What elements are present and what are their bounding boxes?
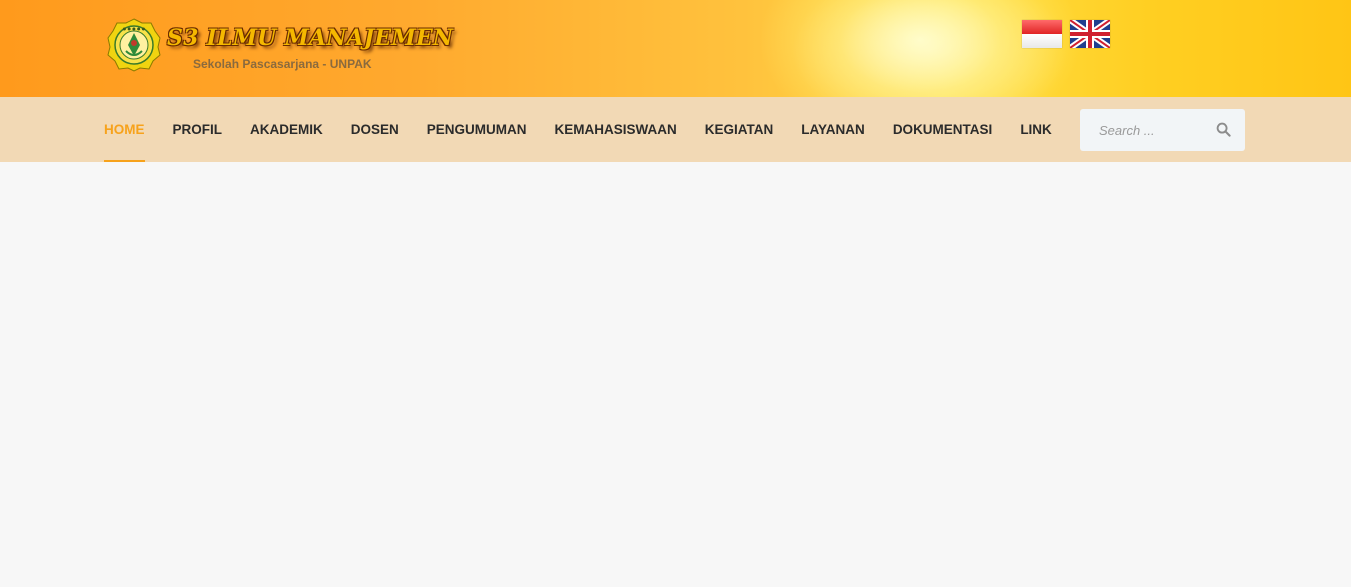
nav-item-kegiatan[interactable]: KEGIATAN xyxy=(705,97,774,162)
nav-item-profil[interactable]: PROFIL xyxy=(173,97,223,162)
indonesia-flag-icon[interactable] xyxy=(1022,20,1062,48)
nav-item-layanan[interactable]: LAYANAN xyxy=(801,97,865,162)
nav-item-akademik[interactable]: AKADEMIK xyxy=(250,97,323,162)
svg-text:● ● ● ● ●: ● ● ● ● ● xyxy=(123,26,146,31)
uk-flag-icon[interactable] xyxy=(1070,20,1110,48)
nav-item-link[interactable]: LINK xyxy=(1020,97,1052,162)
nav-menu: HOME PROFIL AKADEMIK DOSEN PENGUMUMAN KE… xyxy=(104,97,1080,162)
nav-item-kemahasiswaan[interactable]: KEMAHASISWAAN xyxy=(555,97,677,162)
nav-item-home[interactable]: HOME xyxy=(104,97,145,162)
university-emblem[interactable]: ● ● ● ● ● xyxy=(107,18,161,72)
main-content-area xyxy=(0,162,1351,587)
site-title[interactable]: S3 ILMU MANAJEMEN xyxy=(167,25,453,51)
search-input[interactable] xyxy=(1080,109,1210,151)
site-header: ● ● ● ● ● S3 ILMU MANAJEMEN Sekolah Pasc… xyxy=(0,0,1351,97)
search-icon[interactable] xyxy=(1216,122,1231,137)
nav-item-dokumentasi[interactable]: DOKUMENTASI xyxy=(893,97,993,162)
nav-item-pengumuman[interactable]: PENGUMUMAN xyxy=(427,97,527,162)
nav-item-dosen[interactable]: DOSEN xyxy=(351,97,399,162)
site-subtitle: Sekolah Pascasarjana - UNPAK xyxy=(193,57,372,71)
